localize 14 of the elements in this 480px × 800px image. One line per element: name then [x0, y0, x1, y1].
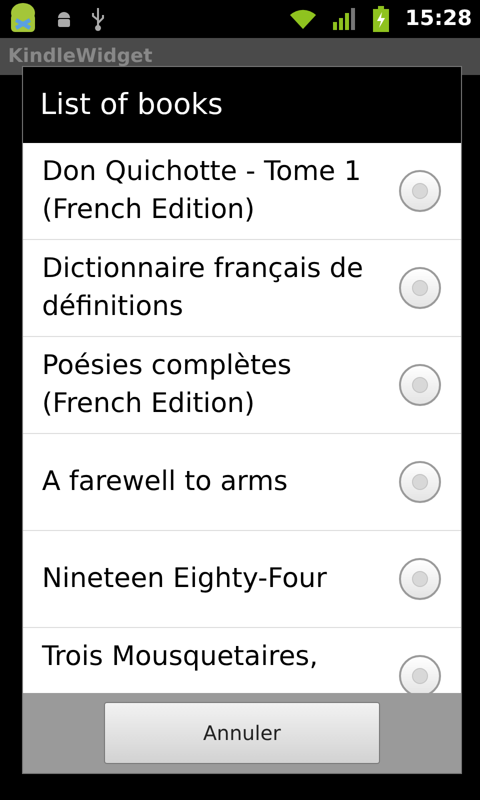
radio-button[interactable] — [399, 170, 441, 212]
battery-icon — [373, 6, 390, 32]
radio-button[interactable] — [399, 267, 441, 309]
wifi-icon — [289, 8, 318, 30]
radio-button[interactable] — [399, 558, 441, 600]
radio-button[interactable] — [399, 461, 441, 503]
dialog-title: List of books — [40, 86, 223, 124]
signal-icon — [333, 8, 358, 30]
cancel-button[interactable]: Annuler — [104, 702, 380, 764]
radio-button[interactable] — [399, 655, 441, 693]
clock: 15:28 — [405, 5, 472, 32]
radio-button[interactable] — [399, 364, 441, 406]
usb-icon — [90, 6, 106, 32]
app-title: KindleWidget — [8, 44, 152, 70]
